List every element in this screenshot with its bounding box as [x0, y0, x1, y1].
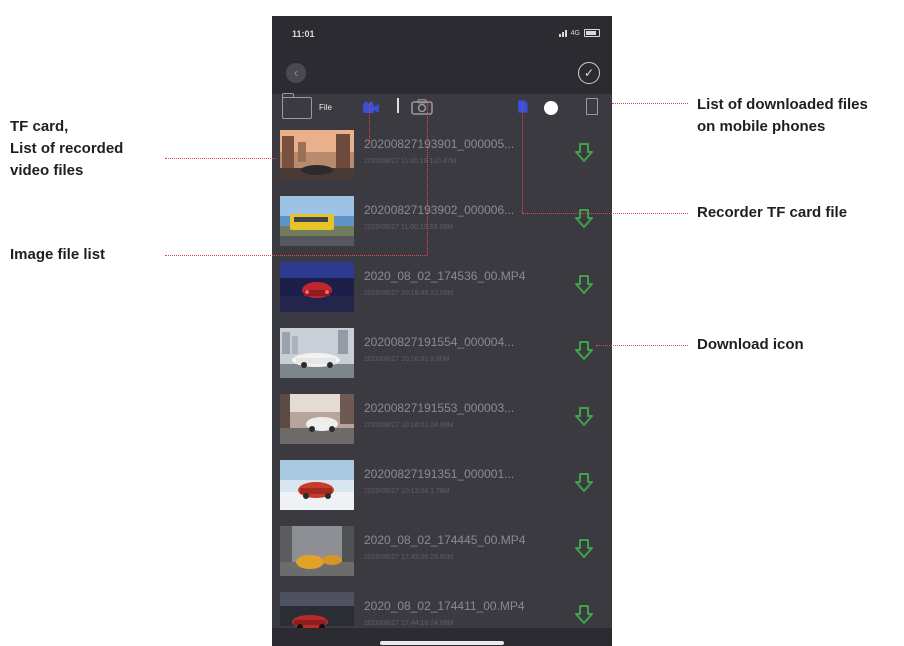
network-label: 4G — [570, 29, 580, 37]
callout-line-recorder-tf — [522, 213, 688, 214]
phone-screen: 11:01 4G ‹ ✓ File 20200827193901_000005.… — [272, 16, 612, 646]
file-meta: 2020/08/27 10:18:48 22.09M — [364, 290, 454, 297]
annotation-download-icon: Download icon — [697, 336, 804, 353]
list-item[interactable]: 2020_08_02_174445_00.MP4 2020/08/27 17:4… — [272, 524, 612, 580]
video-thumbnail — [280, 262, 354, 312]
home-indicator[interactable] — [380, 641, 504, 645]
camera-icon[interactable] — [411, 99, 433, 115]
file-meta: 2020/08/27 17:43:26 25.80M — [364, 554, 454, 561]
list-item[interactable]: 20200827191351_000001... 2020/08/27 10:1… — [272, 458, 612, 514]
download-icon[interactable] — [574, 604, 594, 626]
annotation-recorder-tf: Recorder TF card file — [697, 204, 848, 221]
file-meta: 2020/08/27 10:13:54 1.78M — [364, 488, 450, 495]
checkmark-icon: ✓ — [583, 66, 595, 80]
video-thumbnail — [280, 328, 354, 378]
callout-line-image-list — [165, 255, 427, 256]
callout-line-download-icon — [596, 345, 688, 346]
file-name: 20200827191554_000004... — [364, 335, 515, 349]
status-indicators: 4G — [558, 29, 600, 37]
download-icon[interactable] — [574, 406, 594, 428]
list-item[interactable]: 2020_08_02_174536_00.MP4 2020/08/27 10:1… — [272, 260, 612, 316]
file-name: 2020_08_02_174411_00.MP4 — [364, 599, 525, 613]
annotation-downloaded-files: List of downloaded files on mobile phone… — [697, 96, 868, 135]
chevron-left-icon: ‹ — [293, 65, 299, 80]
file-meta: 2020/08/27 11:00:18 110.47M — [364, 158, 457, 165]
list-item[interactable]: 20200827193902_000006... 2020/08/27 11:0… — [272, 194, 612, 250]
back-button[interactable]: ‹ — [286, 63, 306, 83]
file-name: 2020_08_02_174445_00.MP4 — [364, 533, 526, 547]
file-name: 20200827193901_000005... — [364, 137, 515, 151]
download-icon[interactable] — [574, 472, 594, 494]
list-item[interactable]: 20200827191554_000004... 2020/08/27 10:1… — [272, 326, 612, 382]
file-name: 20200827193902_000006... — [364, 203, 515, 217]
callout-line-tf-card — [165, 158, 277, 159]
annotation-image-list: Image file list — [10, 246, 106, 263]
tab-file-label[interactable]: File — [319, 103, 332, 112]
nav-bar: ‹ ✓ — [272, 54, 612, 94]
callout-line-downloaded-files — [612, 103, 688, 104]
download-icon[interactable] — [574, 538, 594, 560]
status-bar: 11:01 4G — [272, 16, 612, 54]
file-meta: 2020/08/27 10:16:02 8.80M — [364, 356, 450, 363]
video-thumbnail — [280, 526, 354, 576]
file-name: 20200827191351_000001... — [364, 467, 515, 481]
video-camera-icon[interactable] — [362, 101, 380, 115]
folder-icon[interactable] — [281, 93, 312, 119]
list-item[interactable]: 20200827193901_000005... 2020/08/27 11:0… — [272, 128, 612, 184]
download-icon[interactable] — [574, 274, 594, 296]
video-thumbnail — [280, 394, 354, 444]
download-icon[interactable] — [574, 142, 594, 164]
status-time: 11:01 — [292, 29, 315, 39]
video-thumbnail — [280, 196, 354, 246]
signal-icon — [558, 29, 567, 37]
file-meta: 2020/08/27 11:00:15 69.58M — [364, 224, 454, 231]
bottom-bar — [272, 628, 612, 646]
file-name: 2020_08_02_174536_00.MP4 — [364, 269, 526, 283]
confirm-button[interactable]: ✓ — [578, 62, 600, 84]
annotation-tf-card: TF card, List of recorded video files — [10, 118, 124, 179]
file-tab-bar: File — [272, 93, 612, 128]
file-name: 20200827191553_000003... — [364, 401, 515, 415]
download-icon[interactable] — [574, 340, 594, 362]
list-item[interactable]: 20200827191553_000003... 2020/08/27 10:1… — [272, 392, 612, 448]
callout-vline-video-tab — [369, 103, 370, 143]
file-meta: 2020/08/27 17:44:18 24.69M — [364, 620, 454, 627]
callout-vline-recorder-tf — [522, 103, 523, 213]
callout-vline-image-list — [427, 103, 428, 255]
battery-icon — [584, 29, 600, 37]
file-meta: 2020/08/27 10:16:01 24.89M — [364, 422, 454, 429]
phone-files-icon[interactable] — [586, 98, 598, 115]
video-thumbnail — [280, 460, 354, 510]
source-toggle-switch[interactable] — [544, 101, 558, 115]
tab-divider — [397, 98, 399, 113]
video-thumbnail — [280, 130, 354, 180]
download-icon[interactable] — [574, 208, 594, 230]
